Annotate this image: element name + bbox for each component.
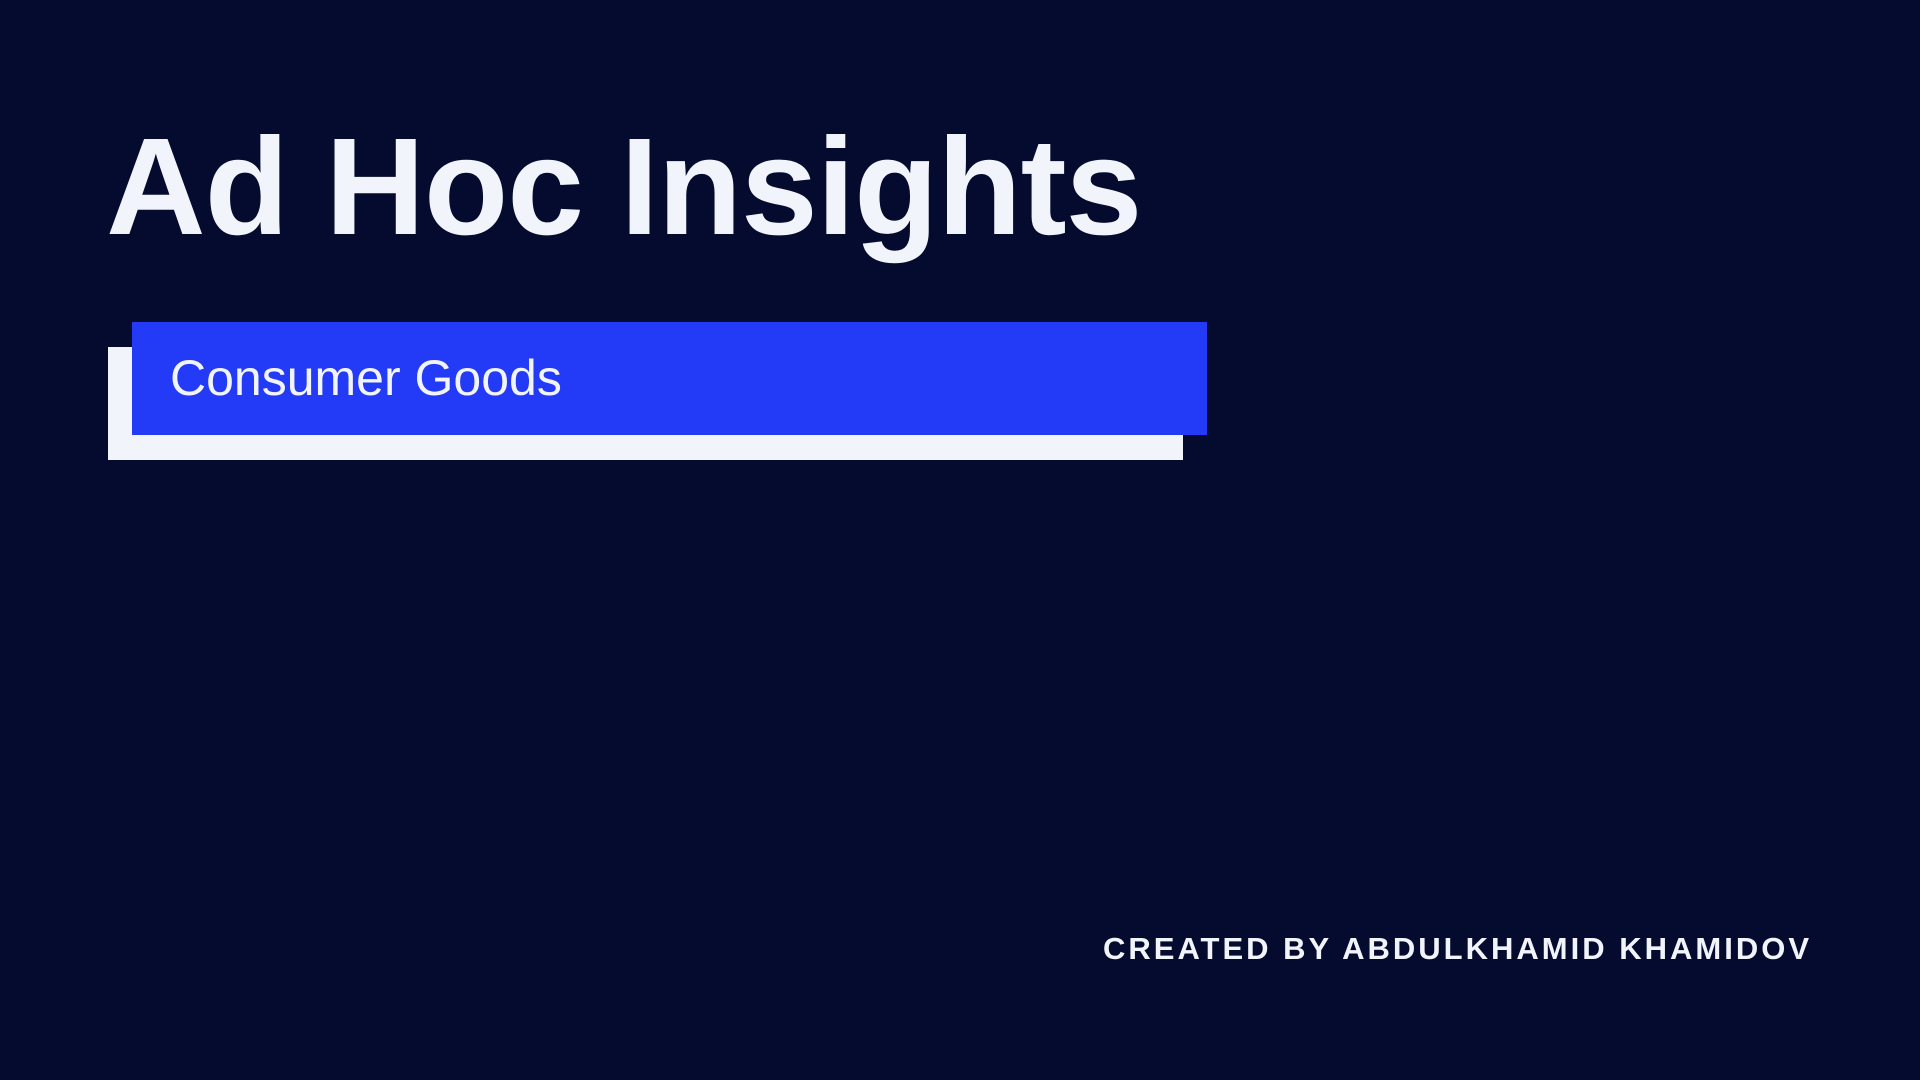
subtitle-banner: Consumer Goods <box>132 322 1207 435</box>
title-slide: Ad Hoc Insights Consumer Goods CREATED B… <box>0 0 1920 1080</box>
slide-title: Ad Hoc Insights <box>106 110 1142 264</box>
author-credit: CREATED BY ABDULKHAMID KHAMIDOV <box>1103 931 1812 966</box>
subtitle-label: Consumer Goods <box>170 350 562 406</box>
